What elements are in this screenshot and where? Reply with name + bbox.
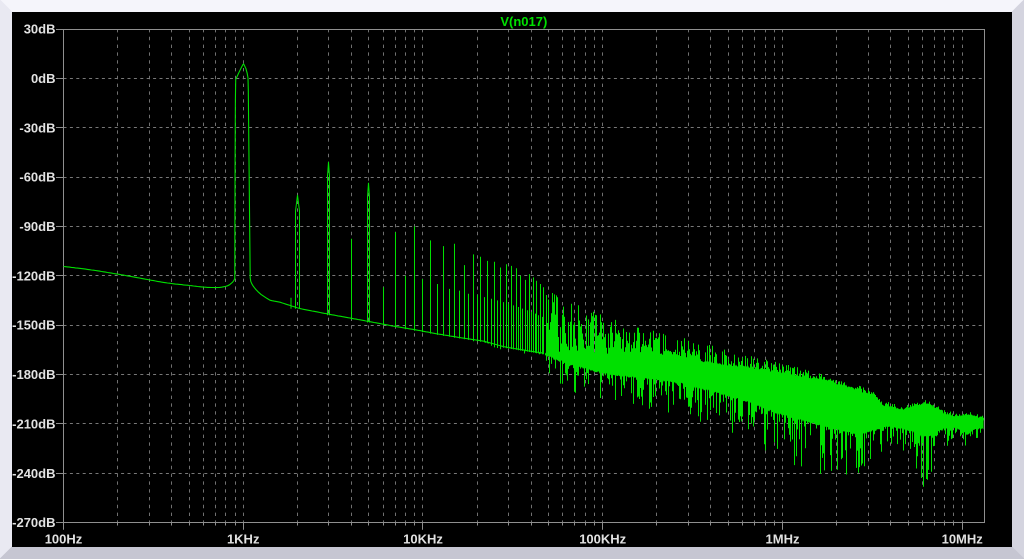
svg-text:0dB: 0dB: [31, 71, 56, 86]
svg-text:10MHz: 10MHz: [942, 532, 984, 547]
svg-text:1KHz: 1KHz: [227, 532, 260, 547]
svg-text:30dB: 30dB: [24, 22, 56, 37]
svg-text:-60dB: -60dB: [19, 170, 55, 185]
svg-text:100KHz: 100KHz: [579, 532, 626, 547]
svg-text:-240dB: -240dB: [12, 466, 55, 481]
svg-text:-180dB: -180dB: [12, 367, 55, 382]
svg-text:-120dB: -120dB: [12, 268, 55, 283]
svg-text:-150dB: -150dB: [12, 318, 55, 333]
svg-text:100Hz: 100Hz: [45, 532, 83, 547]
svg-text:-30dB: -30dB: [19, 120, 55, 135]
svg-text:1MHz: 1MHz: [766, 532, 800, 547]
svg-text:-90dB: -90dB: [19, 219, 55, 234]
svg-text:-270dB: -270dB: [12, 515, 55, 530]
svg-text:10KHz: 10KHz: [403, 532, 443, 547]
svg-text:-210dB: -210dB: [12, 416, 55, 431]
svg-text:V(n017): V(n017): [500, 14, 547, 29]
